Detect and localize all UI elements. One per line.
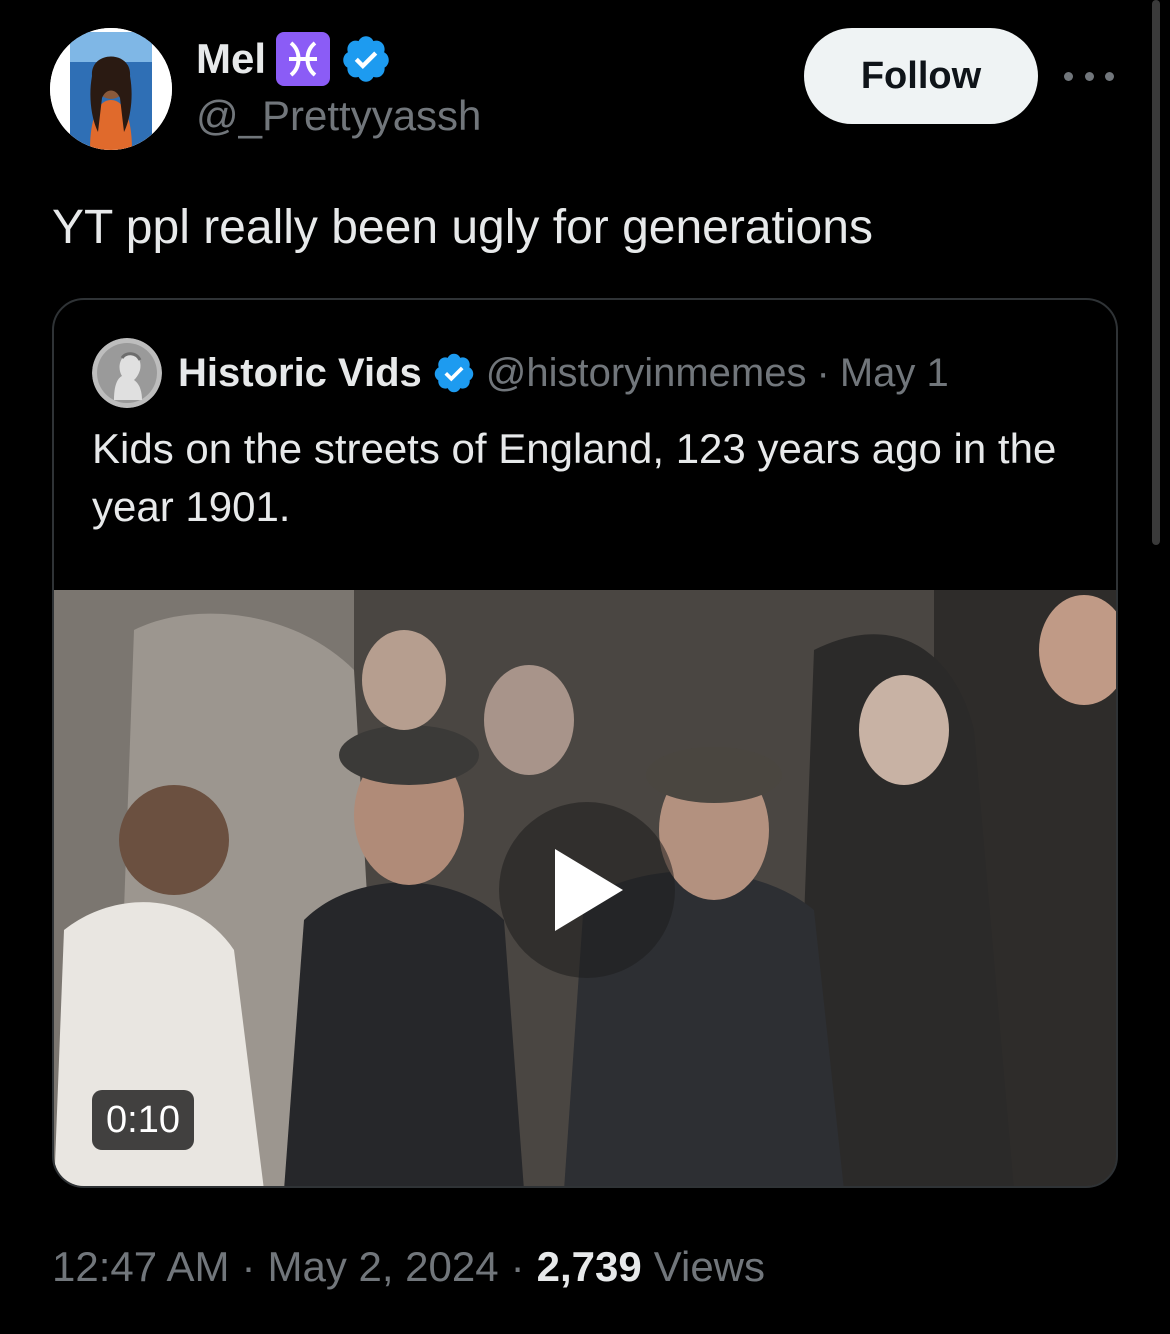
verified-badge-icon [343,36,389,82]
scrollbar[interactable] [1152,0,1160,545]
tweet-detail: Mel @_Prettyyassh Follow YT ppl really b… [0,0,1170,1334]
tweet-metadata: 12:47 AM · May 2, 2024 · 2,739 Views [52,1240,765,1294]
quoted-tweet-date[interactable]: May 1 [840,351,949,396]
quoted-tweet[interactable]: Historic Vids @historyinmemes · May 1 Ki… [52,298,1118,1188]
pisces-icon [276,32,331,86]
play-icon [555,849,623,931]
tweet-date[interactable]: May 2, 2024 [267,1243,498,1291]
separator-dot: · [241,1243,256,1290]
quoted-tweet-text: Kids on the streets of England, 123 year… [92,425,1057,530]
more-options-icon[interactable] [1064,62,1114,90]
follow-button[interactable]: Follow [804,28,1038,124]
video-player[interactable]: 0:10 [54,590,1116,1186]
video-duration: 0:10 [92,1090,194,1150]
avatar-image [50,28,172,150]
views-label: Views [653,1243,766,1290]
author-name-row: Mel [196,32,392,86]
quoted-author-name[interactable]: Historic Vids [178,351,422,396]
author-handle[interactable]: @_Prettyyassh [196,92,481,140]
author-name[interactable]: Mel [196,35,266,83]
separator-dot: · [510,1243,525,1290]
quoted-author-handle[interactable]: @historyinmemes [486,351,807,396]
author-avatar[interactable] [50,28,172,150]
tweet-time[interactable]: 12:47 AM [52,1243,229,1291]
quoted-tweet-header: Historic Vids @historyinmemes · May 1 [92,338,949,408]
play-button[interactable] [499,802,675,978]
views-count[interactable]: 2,739 [537,1243,642,1291]
quoted-author-avatar[interactable] [92,338,162,408]
tweet-text: YT ppl really been ugly for generations [52,201,873,254]
verified-badge-icon [434,353,474,393]
separator-dot: · [816,350,830,395]
